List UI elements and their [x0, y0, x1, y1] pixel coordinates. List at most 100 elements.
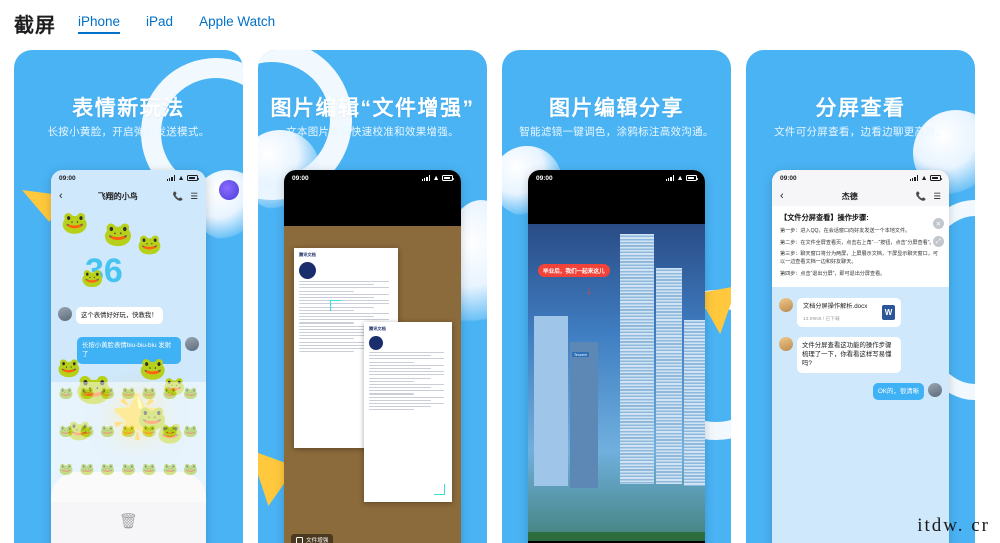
emoji-cell[interactable]: 🐸	[119, 424, 138, 460]
status-indicators: ▲	[665, 175, 698, 182]
phone-call-icon[interactable]: 📞	[916, 191, 927, 202]
emoji-cell[interactable]: 🐸	[181, 424, 200, 460]
message-row: 文件分屏查看这功能的操作步骤梳理了一下，你看看这样写易懂吗?	[772, 332, 949, 378]
emoji-cell[interactable]: 🐸	[161, 386, 180, 422]
back-icon[interactable]: ‹	[59, 190, 63, 202]
status-bar: 09:00 ▲	[528, 170, 705, 186]
tab-iphone[interactable]: iPhone	[78, 14, 121, 34]
tab-apple-watch[interactable]: Apple Watch	[199, 14, 275, 34]
emoji-cell[interactable]: 🐸	[161, 462, 180, 498]
emoji-cell[interactable]: 🐸	[57, 386, 76, 422]
chat-title: 杰德	[841, 191, 858, 201]
phone-call-icon[interactable]: 📞	[173, 191, 184, 202]
chat-title: 飞翔的小鸟	[97, 191, 138, 201]
enhanced-document-preview[interactable]: 腾讯文档	[364, 322, 452, 502]
word-icon: W	[882, 305, 895, 321]
sticker-emoji: 🐸	[137, 234, 162, 256]
photo-canvas[interactable]: Tencent 毕业后，我们一起来这儿 ↓	[528, 224, 705, 543]
emoji-cell[interactable]: 🐸	[119, 462, 138, 498]
wifi-icon: ▲	[432, 174, 440, 182]
emoji-cell[interactable]: 🐸	[119, 386, 138, 422]
message-bubble[interactable]: 文件分屏查看这功能的操作步骤梳理了一下，你看看这样写易懂吗?	[797, 336, 901, 373]
emoji-cell[interactable]: 🐸	[78, 424, 97, 460]
device-tabs: iPhone iPad Apple Watch	[78, 12, 275, 34]
emoji-cell[interactable]: 🐸	[57, 462, 76, 498]
emoji-cell[interactable]: 🐸	[98, 386, 117, 422]
card-subtitle-4: 文件可分屏查看，边看边聊更高效。	[774, 126, 947, 138]
navbar-actions[interactable]: 📞 ☰	[916, 191, 941, 202]
signal-icon	[421, 175, 431, 181]
emoji-cell[interactable]: 🐸	[140, 386, 159, 422]
message-bubble[interactable]: OK的，很清晰	[872, 382, 924, 400]
back-icon[interactable]: ‹	[293, 189, 297, 200]
screenshot-card-2[interactable]: 图片编辑“文件增强” 文本图片支持快速校准和效果增强。 09:00 ▲ ‹ ⤓ …	[258, 50, 487, 543]
card-subtitle-2: 文本图片支持快速校准和效果增强。	[286, 126, 459, 138]
status-time: 09:00	[780, 174, 797, 182]
crop-corner-icon[interactable]	[330, 300, 341, 311]
card-subtitle-3: 智能滤镜一键调色，涂鸦标注高效沟通。	[519, 126, 714, 138]
trash-icon[interactable]: 🗑	[119, 512, 138, 530]
avatar	[928, 382, 942, 397]
page-title: 截屏	[14, 14, 56, 37]
link-icon[interactable]: ⤢	[933, 236, 944, 247]
chat-navbar: ‹ 杰德 📞 ☰	[772, 186, 949, 206]
menu-icon[interactable]: ☰	[933, 191, 941, 202]
emoji-cell[interactable]: 🐸	[181, 462, 200, 498]
card-title-4: 分屏查看	[815, 97, 906, 120]
emoji-keyboard-panel[interactable]: 🐸 🐸 🐸 🐸 🐸 🐸 🐸 🐸 🐸 🐸 🐸 🐸 🐸 🐸 🐸 🐸 🐸 🐸 🐸 🐸 🐸	[51, 382, 206, 543]
card-title-2: 图片编辑“文件增强”	[270, 97, 475, 120]
emoji-cell[interactable]: 🐸	[181, 386, 200, 422]
status-bar: 09:00 ▲	[772, 170, 949, 186]
avatar	[779, 336, 793, 351]
crop-corner-icon[interactable]	[434, 484, 445, 495]
sticker-emoji: 🐸	[81, 268, 104, 288]
chat-screen: 09:00 ▲ ‹ 飞翔的小鸟 📞 ☰ 🐸 🐸 🐸 36 🐸 这个表情好好玩，快…	[51, 170, 206, 543]
emoji-cell[interactable]: 🐸	[161, 424, 180, 460]
document-step: 第四步：点击“退出分屏”，即可退出分屏查看。	[780, 270, 886, 277]
enhance-icon	[296, 536, 303, 543]
emoji-cell[interactable]: 🐸	[57, 424, 76, 460]
screenshot-card-3[interactable]: 图片编辑分享 智能滤镜一键调色，涂鸦标注高效沟通。 09:00 ▲ ‹ ⤓ Te…	[502, 50, 731, 543]
emoji-cell[interactable]: 🐸	[78, 462, 97, 498]
emoji-cell[interactable]: 🐸	[98, 462, 117, 498]
file-enhance-chip[interactable]: 文件增强	[291, 534, 334, 543]
phone-mock-4: 09:00 ▲ ‹ 杰德 📞 ☰ 【文件分屏查看】操作步骤: 第一步：进入QQ，…	[772, 170, 949, 543]
message-bubble[interactable]: 长按小黄脸表情biu-biu-biu 发射了	[77, 337, 181, 364]
document-preview[interactable]: 【文件分屏查看】操作步骤: 第一步：进入QQ，在会话窗口向好友发送一个本地文件。…	[772, 206, 949, 288]
card-title-1: 表情新玩法	[72, 97, 185, 120]
status-bar: 09:00 ▲	[51, 170, 206, 186]
close-icon[interactable]: ✕	[933, 218, 944, 229]
screenshot-carousel[interactable]: 表情新玩法 长按小黄脸，开启弹射发送模式。 09:00 ▲ ‹ 飞翔的小鸟 📞 …	[0, 46, 1000, 543]
emoji-cell[interactable]: 🐸	[140, 462, 159, 498]
chat-navbar: ‹ 飞翔的小鸟 📞 ☰	[51, 186, 206, 206]
tab-ipad[interactable]: iPad	[146, 14, 173, 34]
back-icon[interactable]: ‹	[537, 189, 541, 200]
photo-annotation[interactable]: 毕业后，我们一起来这儿	[538, 264, 610, 277]
emoji-cell[interactable]: 🐸	[140, 424, 159, 460]
menu-icon[interactable]: ☰	[190, 191, 198, 202]
message-bubble[interactable]: 这个表情好好玩，快教我！	[76, 307, 163, 325]
message-row: 文档分屏操作解析.docx 13.99KB / 已下载 W	[772, 293, 949, 332]
document-stage[interactable]: 腾讯文档 腾讯文档	[284, 226, 461, 543]
screenshot-card-4[interactable]: 分屏查看 文件可分屏查看，边看边聊更高效。 09:00 ▲ ‹ 杰德 📞 ☰ 【…	[746, 50, 975, 543]
screenshots-header: 截屏 iPhone iPad Apple Watch	[0, 0, 1000, 46]
download-icon[interactable]: ⤓	[692, 189, 696, 200]
emoji-grid[interactable]: 🐸 🐸 🐸 🐸 🐸 🐸 🐸 🐸 🐸 🐸 🐸 🐸 🐸 🐸 🐸 🐸 🐸 🐸 🐸 🐸 🐸	[51, 382, 206, 502]
emoji-cell[interactable]: 🐸	[98, 424, 117, 460]
back-icon[interactable]: ‹	[780, 190, 784, 202]
file-message-card[interactable]: 文档分屏操作解析.docx 13.99KB / 已下载 W	[797, 298, 901, 327]
editor-navbar: ‹ ⤓	[284, 186, 461, 201]
navbar-actions[interactable]: 📞 ☰	[173, 191, 198, 202]
overlay-number: 36	[85, 252, 123, 290]
app-store-screenshots-page: 截屏 iPhone iPad Apple Watch 表情新玩法 长按小黄脸，开…	[0, 0, 1000, 543]
card-title-3: 图片编辑分享	[549, 97, 684, 120]
building-shape	[684, 320, 705, 486]
file-name: 文档分屏操作解析.docx	[803, 303, 868, 311]
status-bar: 09:00 ▲	[284, 170, 461, 186]
emoji-cell[interactable]: 🐸	[78, 386, 97, 422]
download-icon[interactable]: ⤓	[448, 189, 452, 200]
screenshot-card-1[interactable]: 表情新玩法 长按小黄脸，开启弹射发送模式。 09:00 ▲ ‹ 飞翔的小鸟 📞 …	[14, 50, 243, 543]
photo-editor-screen: 09:00 ▲ ‹ ⤓ Tencent 毕业后，我们一起来这儿 ↓	[528, 170, 705, 543]
battery-icon	[187, 175, 199, 181]
tower-label: Tencent	[572, 352, 589, 357]
